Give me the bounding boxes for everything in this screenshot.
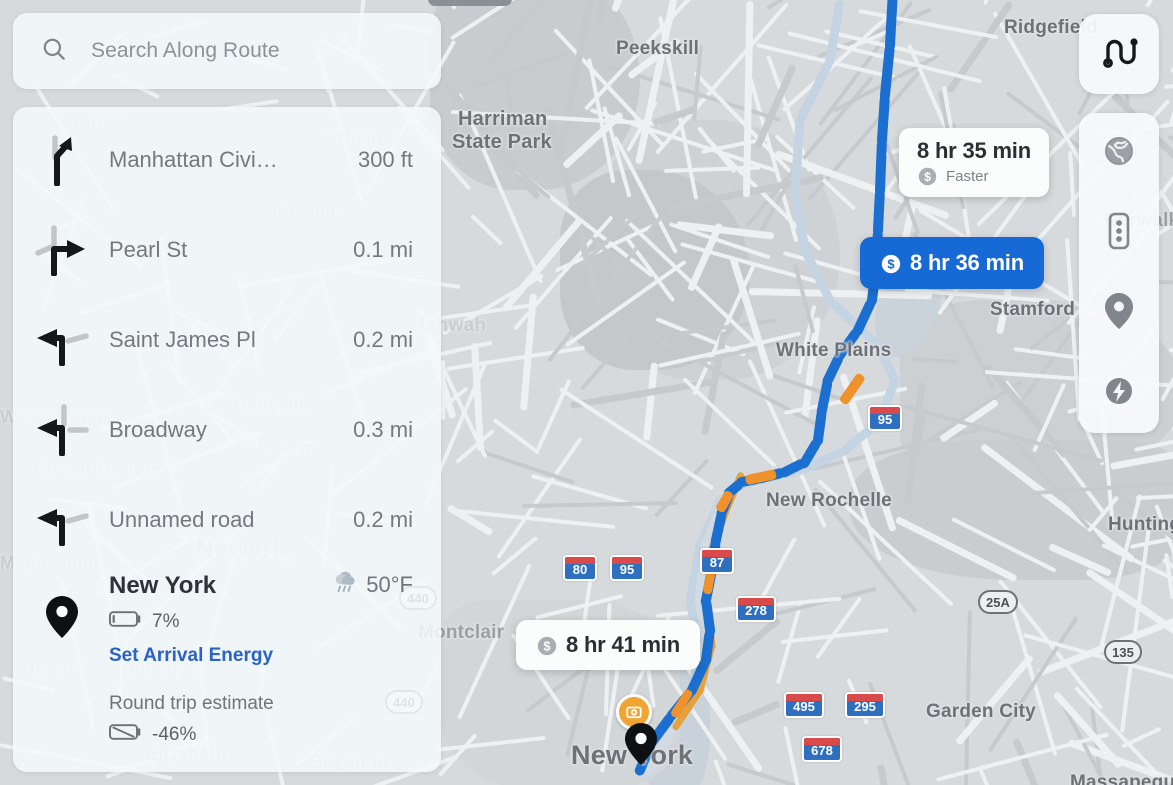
map-pin-button[interactable] bbox=[1079, 273, 1159, 353]
battery-insufficient-icon bbox=[109, 723, 143, 746]
highway-shield: 87 bbox=[700, 548, 734, 574]
turn-left-icon bbox=[35, 494, 89, 546]
turn-by-turn-panel[interactable]: Manhattan Civi… 300 ft Pearl St 0.1 mi S… bbox=[13, 107, 441, 772]
eta-badge-row: $ 8 hr 36 min bbox=[880, 250, 1024, 276]
dollar-coin-icon: $ bbox=[917, 166, 938, 187]
turn-distance: 300 ft bbox=[357, 147, 413, 172]
dollar-coin-icon: $ bbox=[880, 253, 901, 274]
round-trip-estimate: -46% bbox=[109, 723, 413, 746]
route-overview-button[interactable] bbox=[1079, 14, 1159, 94]
eta-subtitle-row: $ Faster bbox=[917, 166, 1031, 187]
turn-distance: 0.3 mi bbox=[353, 417, 413, 442]
destination-temperature: 50°F bbox=[366, 572, 413, 597]
dollar-coin-icon: $ bbox=[536, 635, 557, 656]
arrival-battery: 7% bbox=[109, 610, 413, 633]
destination-marker[interactable] bbox=[624, 722, 658, 766]
turn-slight-right-icon bbox=[35, 134, 89, 186]
turn-street-name: Broadway bbox=[109, 417, 207, 442]
eta-badge-third[interactable]: $ 8 hr 41 min bbox=[516, 620, 700, 670]
turn-list-item[interactable]: Saint James Pl 0.2 mi bbox=[13, 295, 441, 385]
eta-badge-alternate[interactable]: 8 hr 35 min $ Faster bbox=[899, 128, 1049, 197]
svg-text:$: $ bbox=[924, 170, 931, 184]
svg-text:$: $ bbox=[887, 256, 894, 271]
charging-bolt-icon bbox=[1100, 372, 1138, 415]
map-pin-icon bbox=[35, 569, 89, 746]
map-place-label: State Park bbox=[452, 131, 552, 153]
destination-weather: 50°F bbox=[332, 571, 413, 599]
route-overview-control[interactable] bbox=[1079, 14, 1159, 94]
turn-right-icon bbox=[35, 224, 89, 276]
svg-text:$: $ bbox=[543, 638, 550, 653]
turn-list-item[interactable]: Manhattan Civi… 300 ft bbox=[13, 115, 441, 205]
highway-shield: 95 bbox=[868, 405, 902, 431]
globe-button[interactable] bbox=[1079, 113, 1159, 193]
turn-distance: 0.1 mi bbox=[353, 237, 413, 262]
map-place-label: Stamford bbox=[990, 299, 1075, 320]
map-place-label: Harriman bbox=[458, 108, 548, 130]
highway-shield: 95 bbox=[610, 555, 644, 581]
turn-street-name: Saint James Pl bbox=[109, 327, 256, 352]
eta-badge-selected[interactable]: $ 8 hr 36 min bbox=[860, 237, 1044, 289]
destination-summary[interactable]: New York 50°F 7% Set Arrival Energy Roun… bbox=[13, 565, 441, 746]
highway-shield: 278 bbox=[736, 596, 776, 622]
battery-low-icon bbox=[109, 610, 143, 633]
route-overview-icon bbox=[1099, 32, 1139, 77]
highway-shield: 80 bbox=[563, 555, 597, 581]
turn-left-cross-icon bbox=[35, 404, 89, 456]
search-bar[interactable]: Search Along Route bbox=[13, 13, 441, 89]
map-pin-icon bbox=[1103, 291, 1135, 336]
search-input[interactable]: Search Along Route bbox=[91, 39, 280, 63]
round-trip-percent: -46% bbox=[152, 723, 197, 745]
eta-subtitle: Faster bbox=[946, 168, 989, 185]
charging-bolt-button[interactable] bbox=[1079, 353, 1159, 433]
round-trip-label: Round trip estimate bbox=[109, 693, 274, 714]
map-place-label: Massapequa bbox=[1070, 772, 1173, 785]
turn-distance: 0.2 mi bbox=[353, 507, 413, 532]
globe-icon bbox=[1100, 132, 1138, 175]
eta-time: 8 hr 41 min bbox=[566, 632, 680, 657]
turn-street-name: Manhattan Civi… bbox=[109, 147, 278, 172]
navigation-screen: Peekskill Ridgefield Harriman State Park Whi… bbox=[0, 0, 1173, 785]
turn-list-item[interactable]: Broadway 0.3 mi bbox=[13, 385, 441, 475]
rain-cloud-icon bbox=[332, 571, 358, 599]
traffic-light-button[interactable] bbox=[1079, 193, 1159, 273]
highway-shield: 295 bbox=[845, 692, 885, 718]
search-icon bbox=[41, 36, 67, 67]
eta-badge-row: $ 8 hr 41 min bbox=[536, 632, 680, 658]
destination-details: New York 50°F 7% Set Arrival Energy Roun… bbox=[109, 569, 413, 746]
highway-shield: 135 bbox=[1104, 640, 1142, 664]
highway-shield: 678 bbox=[802, 736, 842, 762]
panel-drag-handle[interactable] bbox=[428, 0, 512, 6]
map-tools-control-group[interactable] bbox=[1079, 113, 1159, 433]
arrival-battery-percent: 7% bbox=[152, 610, 180, 632]
map-place-label: White Plains bbox=[776, 340, 892, 361]
map-place-label: Peekskill bbox=[616, 38, 700, 59]
eta-time: 8 hr 36 min bbox=[910, 250, 1024, 275]
turn-street-name: Unnamed road bbox=[109, 507, 255, 532]
eta-time: 8 hr 35 min bbox=[917, 138, 1031, 163]
set-arrival-energy-link[interactable]: Set Arrival Energy bbox=[109, 645, 413, 667]
highway-shield: 495 bbox=[784, 692, 824, 718]
map-place-label: Garden City bbox=[926, 701, 1036, 722]
turn-list: Manhattan Civi… 300 ft Pearl St 0.1 mi S… bbox=[13, 115, 441, 565]
turn-list-item[interactable]: Pearl St 0.1 mi bbox=[13, 205, 441, 295]
destination-header: New York 50°F bbox=[109, 571, 413, 600]
turn-list-item[interactable]: Unnamed road 0.2 mi bbox=[13, 475, 441, 565]
map-place-label: New Rochelle bbox=[766, 490, 892, 511]
highway-shield: 25A bbox=[978, 590, 1018, 614]
turn-left-icon bbox=[35, 314, 89, 366]
turn-street-name: Pearl St bbox=[109, 237, 188, 262]
eta-badge-row: 8 hr 35 min bbox=[917, 138, 1031, 164]
map-place-label: Huntington bbox=[1108, 514, 1173, 535]
turn-distance: 0.2 mi bbox=[353, 327, 413, 352]
destination-title: New York bbox=[109, 572, 217, 599]
traffic-light-icon bbox=[1102, 211, 1136, 256]
